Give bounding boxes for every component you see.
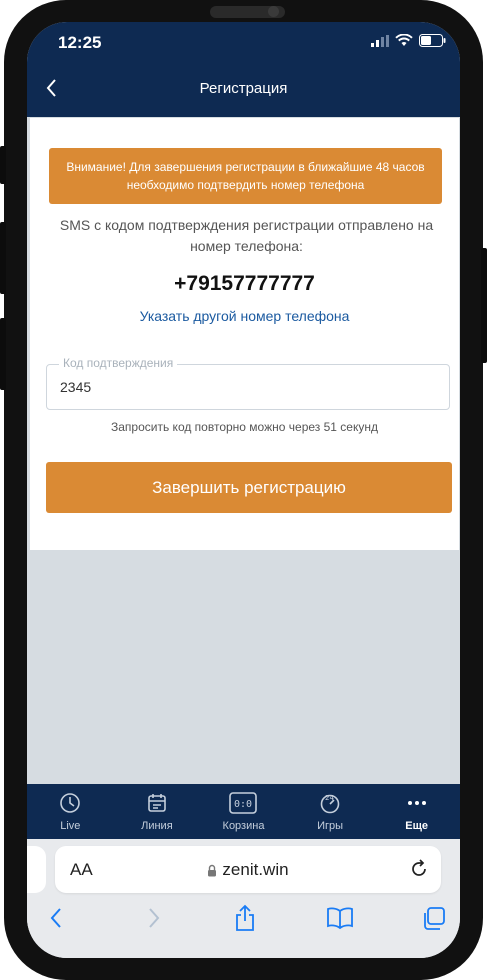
confirmation-code-field[interactable]: Код подтверждения 2345 — [46, 356, 450, 410]
safari-browser-chrome: AA zenit.win — [27, 839, 460, 958]
sms-sent-message: SMS с кодом подтверждения регистрации от… — [59, 217, 434, 254]
complete-registration-button[interactable]: Завершить регистрацию — [46, 462, 452, 513]
tab-more-label: Еще — [405, 820, 429, 832]
warning-banner: Внимание! Для завершения регистрации в б… — [49, 148, 442, 204]
tab-games-label: Игры — [317, 820, 344, 832]
24-7-icon: 24 — [320, 794, 340, 814]
tab-cart[interactable]: 0:0 Корзина — [200, 784, 287, 839]
lock-icon — [208, 864, 217, 877]
battery-icon — [419, 34, 446, 47]
bottom-tab-bar: Live Линия 0:0 Корзина 24 Игры Еще — [27, 784, 460, 839]
phone-number: +79157777777 — [174, 272, 315, 295]
screen: 12:25 Регистрация Внимание! Для завершен… — [27, 22, 460, 958]
tab-live-label: Live — [60, 820, 81, 832]
more-icon — [407, 801, 426, 805]
url-display[interactable]: zenit.win — [55, 860, 441, 880]
clock-icon — [60, 793, 81, 813]
page-title: Регистрация — [199, 80, 288, 97]
tab-line[interactable]: Линия — [114, 784, 201, 839]
resend-timer-text: Запросить код повторно можно через 51 се… — [111, 420, 378, 434]
volume-up-button — [0, 222, 6, 294]
domain-text: zenit.win — [222, 860, 289, 879]
tab-games[interactable]: 24 Игры — [287, 784, 374, 839]
tab-live[interactable]: Live — [27, 784, 114, 839]
wifi-icon — [395, 34, 413, 46]
back-icon[interactable] — [47, 906, 67, 930]
app-header: 12:25 Регистрация — [27, 22, 460, 117]
address-bar[interactable]: AA zenit.win — [55, 846, 441, 893]
confirmation-code-label: Код подтверждения — [59, 356, 178, 370]
share-icon[interactable] — [233, 904, 257, 932]
registration-card: Внимание! Для завершения регистрации в б… — [30, 118, 459, 550]
reload-icon[interactable] — [409, 857, 429, 879]
forward-icon[interactable] — [143, 906, 163, 930]
bookmarks-icon[interactable] — [326, 906, 354, 930]
previous-tab-peek[interactable] — [27, 846, 46, 893]
calendar-icon — [148, 794, 166, 812]
volume-down-button — [0, 318, 6, 390]
change-number-link[interactable]: Указать другой номер телефона — [30, 308, 459, 324]
tab-line-label: Линия — [141, 820, 173, 832]
browser-toolbar — [27, 904, 460, 946]
status-time: 12:25 — [58, 33, 102, 52]
signal-icon — [371, 34, 389, 47]
mute-switch — [0, 146, 6, 184]
confirmation-code-value[interactable]: 2345 — [60, 379, 91, 395]
tab-cart-label: Корзина — [222, 820, 265, 832]
phone-device: 12:25 Регистрация Внимание! Для завершен… — [0, 0, 487, 980]
front-camera — [268, 6, 279, 17]
tabs-icon[interactable] — [421, 906, 447, 932]
svg-text:0:0: 0:0 — [234, 799, 252, 810]
tab-more[interactable]: Еще — [373, 784, 460, 839]
scoreboard-icon: 0:0 — [229, 792, 258, 814]
status-icons — [371, 34, 446, 47]
power-button — [481, 248, 487, 363]
